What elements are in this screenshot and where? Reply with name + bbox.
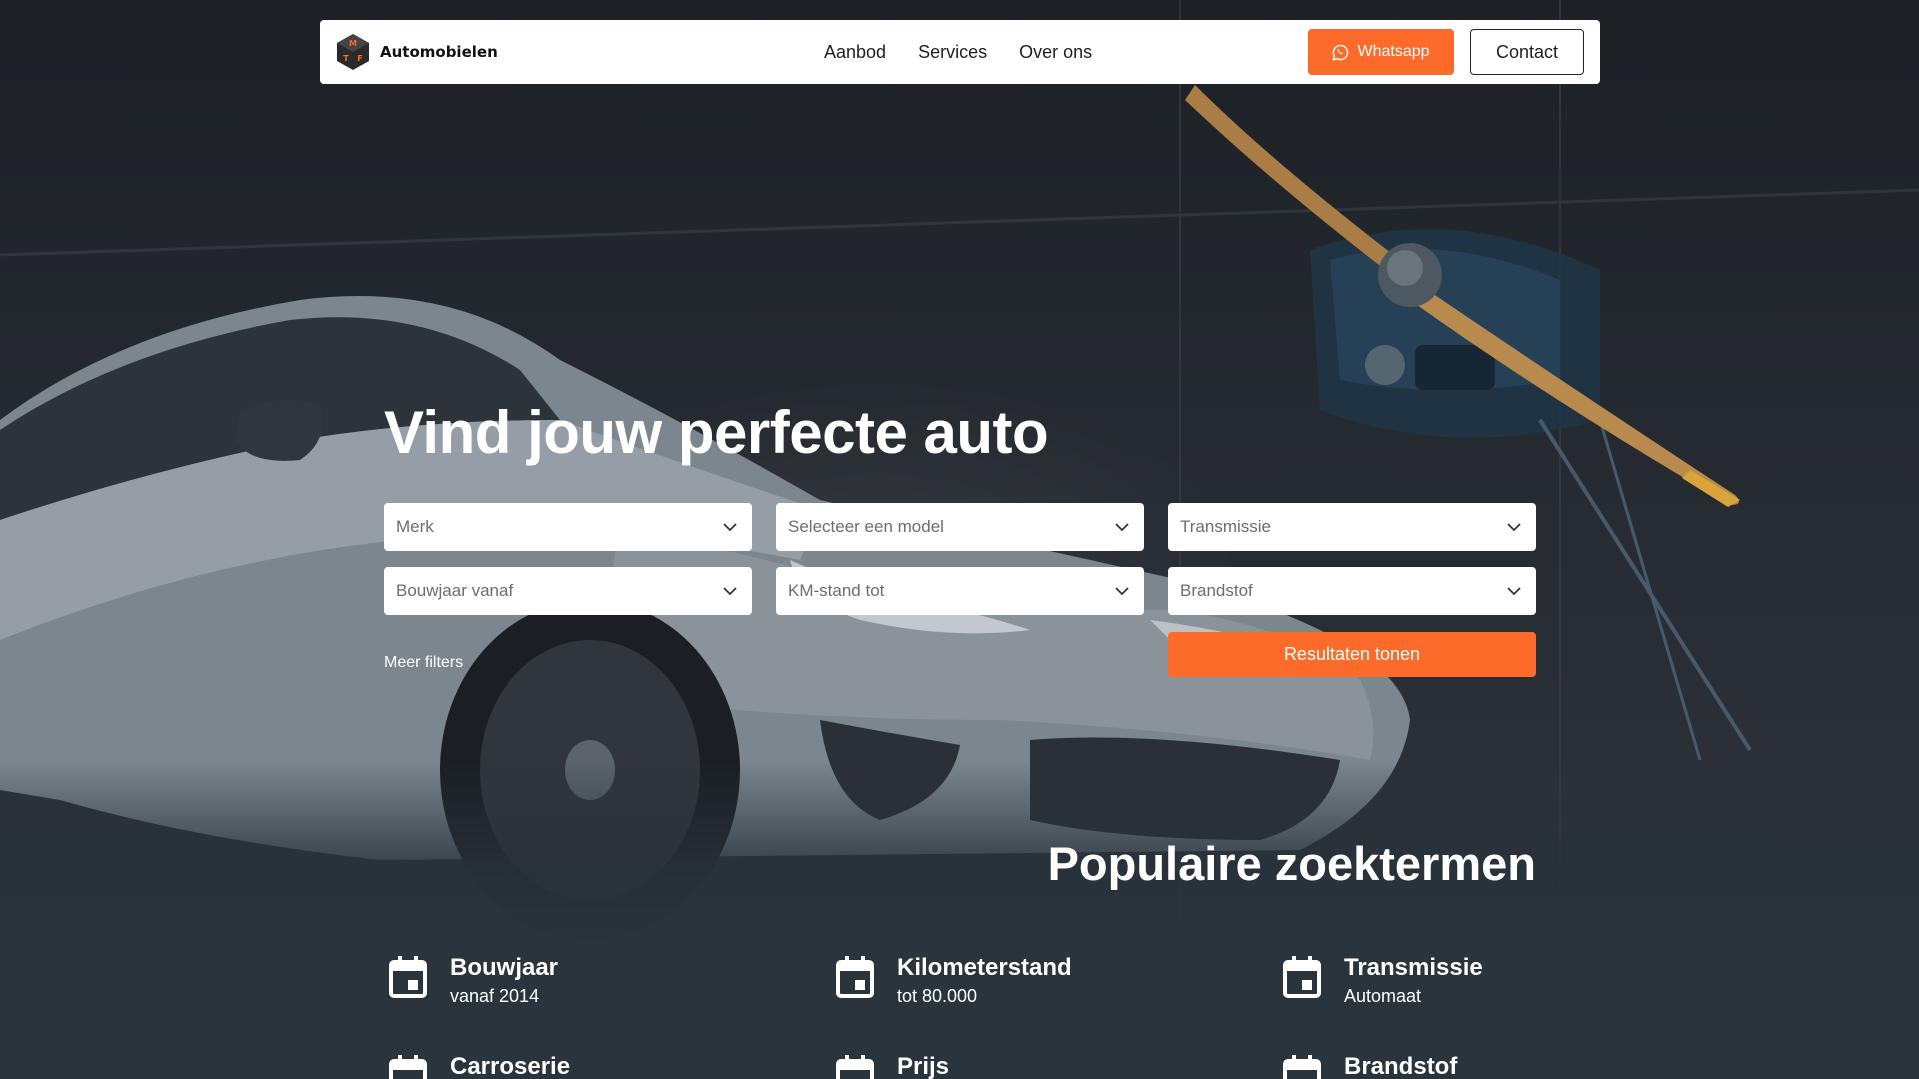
term-title: Carroserie (450, 1053, 571, 1079)
term-title: Brandstof (1344, 1053, 1458, 1079)
whatsapp-button[interactable]: Whatsapp (1308, 29, 1454, 75)
whatsapp-label: Whatsapp (1357, 43, 1430, 60)
term-carroserie[interactable]: Carroserie (388, 1052, 570, 1079)
calendar-icon (1283, 956, 1321, 998)
chevron-down-icon (1507, 523, 1521, 532)
brandstof-select[interactable]: Brandstof (1168, 567, 1536, 615)
term-brandstof[interactable]: Brandstof (1282, 1052, 1457, 1079)
nav-links: Aanbod Services Over ons (824, 20, 1092, 84)
nav-link-services[interactable]: Services (918, 42, 987, 63)
calendar-icon (1283, 1055, 1321, 1079)
term-title: Transmissie (1344, 954, 1483, 981)
transmissie-select-value: Transmissie (1180, 517, 1271, 536)
logo-letter-m: M (349, 39, 357, 48)
term-sub: Automaat (1344, 986, 1422, 1006)
calendar-icon (389, 956, 427, 998)
chevron-down-icon (1115, 523, 1129, 532)
chevron-down-icon (1115, 587, 1129, 596)
chevron-down-icon (723, 587, 737, 596)
brand-name: Automobielen (380, 43, 498, 61)
model-select[interactable]: Selecteer een model (776, 503, 1144, 551)
navbar: M T F Automobielen Aanbod Services Over … (320, 20, 1600, 84)
model-select-value: Selecteer een model (788, 517, 944, 536)
logo-letter-f: F (357, 54, 362, 63)
term-sub: vanaf 2014 (450, 986, 540, 1006)
term-prijs[interactable]: Prijs (835, 1052, 949, 1079)
logo-letter-t: T (343, 54, 349, 63)
term-title: Kilometerstand (897, 954, 1072, 981)
term-kilometerstand[interactable]: Kilometerstand tot 80.000 (835, 953, 1072, 1009)
merk-select[interactable]: Merk (384, 503, 752, 551)
calendar-icon (836, 1055, 874, 1079)
merk-select-value: Merk (396, 517, 434, 536)
term-bouwjaar[interactable]: Bouwjaar vanaf 2014 (388, 953, 558, 1009)
term-title: Bouwjaar (450, 954, 559, 981)
term-sub: tot 80.000 (897, 986, 978, 1006)
chevron-down-icon (1507, 587, 1521, 596)
hero-title: Vind jouw perfecte auto (384, 399, 1049, 466)
bouwjaar-select[interactable]: Bouwjaar vanaf (384, 567, 752, 615)
calendar-icon (836, 956, 874, 998)
logo-cube-icon: M T F (337, 34, 369, 70)
popular-title: Populaire zoektermen (1047, 837, 1536, 890)
kmstand-select[interactable]: KM-stand tot (776, 567, 1144, 615)
whatsapp-icon (1332, 44, 1349, 61)
brandstof-select-value: Brandstof (1180, 581, 1253, 600)
bouwjaar-select-value: Bouwjaar vanaf (396, 581, 514, 600)
contact-button[interactable]: Contact (1470, 29, 1584, 75)
term-title: Prijs (897, 1053, 950, 1079)
hero-fade-overlay (0, 760, 1919, 1079)
nav-link-aanbod[interactable]: Aanbod (824, 42, 886, 63)
results-button[interactable]: Resultaten tonen (1168, 632, 1536, 677)
transmissie-select[interactable]: Transmissie (1168, 503, 1536, 551)
chevron-down-icon (723, 523, 737, 532)
nav-link-over-ons[interactable]: Over ons (1019, 42, 1092, 63)
calendar-icon (389, 1055, 427, 1079)
term-transmissie[interactable]: Transmissie Automaat (1282, 953, 1483, 1009)
logo[interactable]: M T F Automobielen (336, 33, 498, 71)
meer-filters-link[interactable]: Meer filters (384, 654, 463, 672)
kmstand-select-value: KM-stand tot (788, 581, 885, 600)
